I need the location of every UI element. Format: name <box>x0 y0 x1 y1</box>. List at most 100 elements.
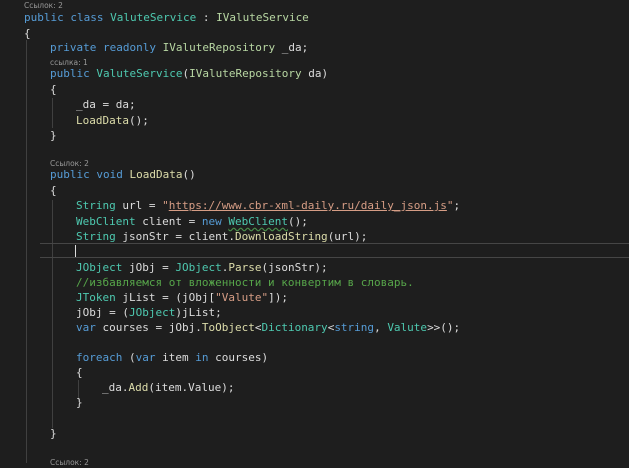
identifier: jObj = ( <box>76 306 129 319</box>
punctuation: >>(); <box>427 321 461 334</box>
keyword: public <box>50 67 90 80</box>
punctuation: , <box>374 321 388 334</box>
identifier: client = <box>135 215 202 228</box>
type-name: JObject <box>175 261 222 274</box>
code-line-ctor-assign[interactable]: _da = da; <box>76 97 136 113</box>
text-caret <box>75 245 76 257</box>
interface-name: IValuteRepository <box>189 67 302 80</box>
punctuation: ; <box>453 199 461 212</box>
keyword: public <box>50 168 90 181</box>
code-editor[interactable]: Ссылок: 2 ссылка: 1 Ссылок: 2 Ссылок: 2 … <box>0 0 629 467</box>
code-line-field[interactable]: private readonly IValuteRepository _da; <box>50 40 308 56</box>
code-line-parse[interactable]: JObject jObj = JObject.Parse(jsonStr); <box>76 260 328 276</box>
string-literal: " <box>446 199 454 212</box>
identifier: courses) <box>208 351 269 364</box>
string-literal: "Valute" <box>215 291 269 304</box>
method-name: ToObject <box>201 321 255 334</box>
method-name: Add <box>128 381 149 394</box>
identifier: _da. <box>102 381 129 394</box>
punctuation: ( <box>122 351 136 364</box>
code-line-jtoken[interactable]: JToken jList = (jObj["Valute"]); <box>76 290 288 306</box>
keyword: in <box>195 351 209 364</box>
code-line-brace[interactable]: { <box>50 82 57 98</box>
code-line-download[interactable]: String jsonStr = client.DownloadString(u… <box>76 229 367 245</box>
identifier: item <box>155 351 196 364</box>
identifier: jObj = <box>122 261 176 274</box>
brace: { <box>76 366 83 379</box>
brace: } <box>50 427 57 440</box>
punctuation: (url); <box>327 230 368 243</box>
code-line-url[interactable]: String url = "https://www.cbr-xml-daily.… <box>76 198 460 214</box>
brace: { <box>24 27 31 40</box>
method-name: Parse <box>228 261 262 274</box>
keyword: var <box>135 351 156 364</box>
code-line-class-declaration[interactable]: public class ValuteService : IValuteServ… <box>24 10 309 26</box>
identifier: courses = jObj. <box>95 321 202 334</box>
url-link[interactable]: https://www.cbr-xml-daily.ru/daily_json.… <box>169 199 447 212</box>
identifier: jList = (jObj[ <box>115 291 216 304</box>
code-line-ctor-declaration[interactable]: public ValuteService(IValuteRepository d… <box>50 66 328 82</box>
interface-name: IValuteRepository <box>162 41 276 54</box>
brace: { <box>50 184 57 197</box>
type-name: Valute <box>387 321 428 334</box>
punctuation: (); <box>128 114 149 127</box>
keyword: public <box>24 11 64 24</box>
keyword: private <box>50 41 97 54</box>
identifier: url = <box>115 199 163 212</box>
code-line-brace[interactable]: { <box>50 183 57 199</box>
indent-guide <box>52 200 53 428</box>
brace: } <box>50 129 57 142</box>
code-line-method-declaration[interactable]: public void LoadData() <box>50 167 196 183</box>
code-line-courses[interactable]: var courses = jObj.ToObject<Dictionary<s… <box>76 320 460 336</box>
indent-guide <box>52 98 53 128</box>
keyword: new <box>201 215 222 228</box>
code-line-brace[interactable]: } <box>76 395 83 411</box>
punctuation: (jsonStr); <box>261 261 328 274</box>
keyword: string <box>334 321 375 334</box>
code-line-brace[interactable]: } <box>50 426 57 442</box>
method-name: LoadData <box>129 168 183 181</box>
punctuation: ]); <box>268 291 288 304</box>
code-line-brace[interactable]: { <box>24 26 31 42</box>
punctuation: (); <box>287 215 308 228</box>
type-name: WebClient <box>76 215 136 228</box>
identifier: da) <box>301 67 329 80</box>
code-line-cast[interactable]: jObj = (JObject)jList; <box>76 305 222 321</box>
code-line-webclient[interactable]: WebClient client = new WebClient(); <box>76 214 308 230</box>
code-line-ctor-call[interactable]: LoadData(); <box>76 113 149 129</box>
code-line-brace[interactable]: { <box>76 365 83 381</box>
type-name: String <box>76 199 116 212</box>
indent-guide <box>26 40 27 463</box>
type-name: JToken <box>76 291 116 304</box>
type-name: ValuteService <box>110 11 197 24</box>
type-name: ValuteService <box>96 67 183 80</box>
brace: { <box>50 83 57 96</box>
method-name: DownloadString <box>234 230 328 243</box>
identifier: _da; <box>275 41 309 54</box>
punctuation: (item.Value); <box>148 381 235 394</box>
keyword: foreach <box>76 351 123 364</box>
brace: } <box>76 396 83 409</box>
string-literal: " <box>162 199 169 212</box>
identifier: jsonStr = client. <box>115 230 235 243</box>
code-line-brace[interactable]: } <box>50 128 57 144</box>
type-name: JObject <box>128 306 176 319</box>
type-name: JObject <box>76 261 123 274</box>
interface-name: IValuteService <box>216 11 309 24</box>
type-name: Dictionary <box>261 321 328 334</box>
comment: //избавляемся от вложенности и конвертим… <box>76 276 414 289</box>
keyword: class <box>70 11 104 24</box>
current-line-highlight <box>40 243 629 258</box>
code-line-add[interactable]: _da.Add(item.Value); <box>102 380 234 396</box>
keyword: void <box>96 168 123 181</box>
type-name: String <box>76 230 116 243</box>
code-line-comment[interactable]: //избавляемся от вложенности и конвертим… <box>76 275 414 291</box>
punctuation: : <box>196 11 217 24</box>
keyword: var <box>76 321 96 334</box>
code-line-foreach[interactable]: foreach (var item in courses) <box>76 350 268 366</box>
statement: _da = da; <box>76 98 136 111</box>
keyword: readonly <box>102 41 156 54</box>
identifier: )jList; <box>175 306 222 319</box>
punctuation: () <box>182 168 196 181</box>
method-name: LoadData <box>76 114 129 127</box>
